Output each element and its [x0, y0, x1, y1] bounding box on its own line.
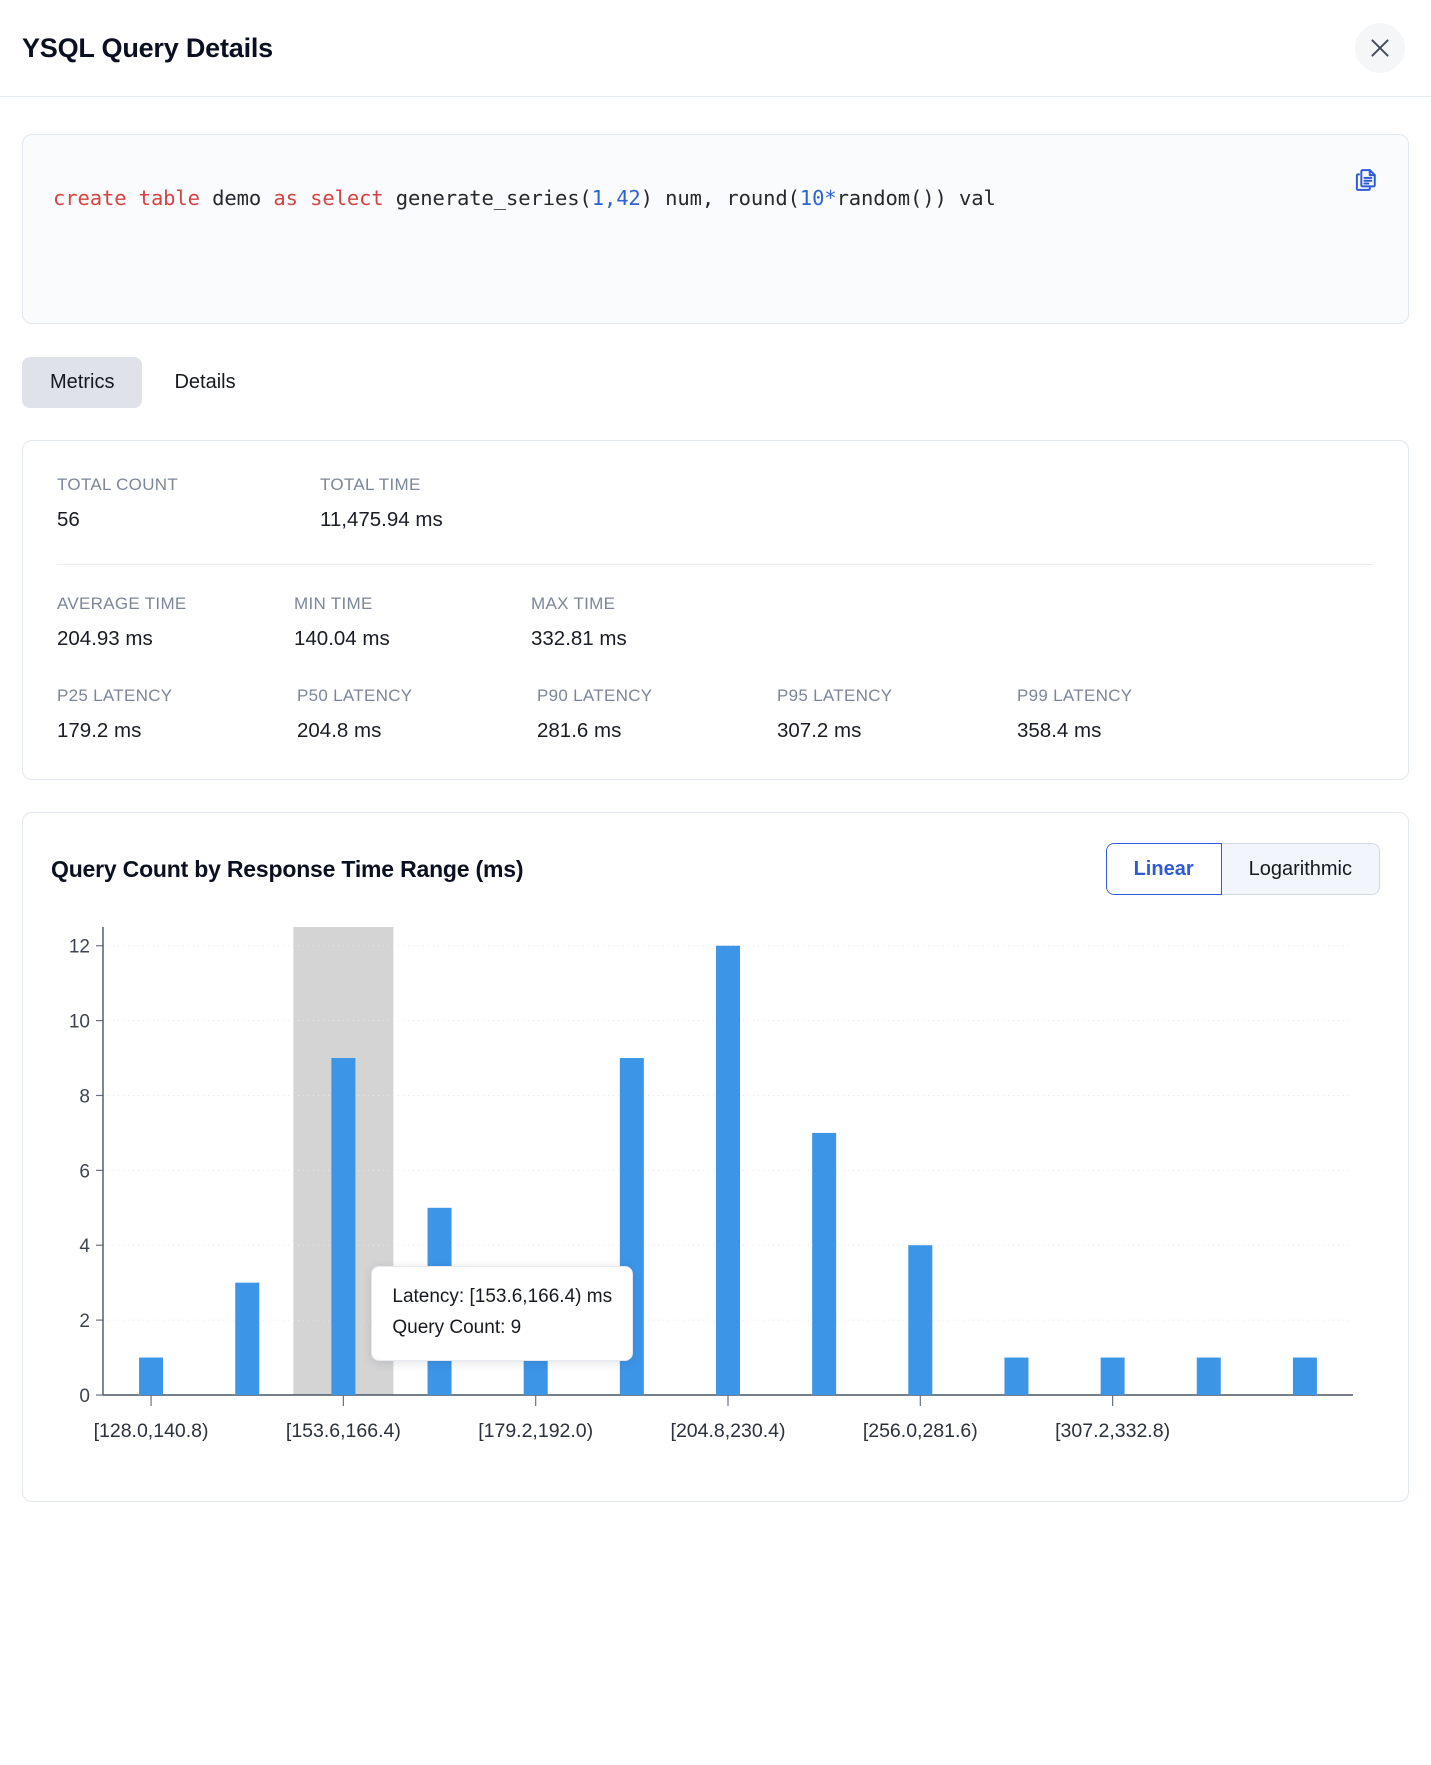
metric-p25-latency: P25 LATENCY 179.2 ms — [57, 686, 297, 743]
tab-bar: Metrics Details — [22, 357, 1409, 408]
metric-label: TOTAL COUNT — [57, 475, 320, 495]
x-tick-label: [307.2,332.8) — [1055, 1420, 1170, 1442]
copy-icon — [1352, 182, 1380, 197]
metric-value: 332.81 ms — [531, 627, 768, 651]
sql-token: generate_series( — [384, 186, 592, 210]
histogram-plot: 0 2 4 6 8 10 12 [128.0,140.8) [153.6,166.4) [179.… — [51, 913, 1380, 1473]
sql-token: as — [273, 186, 297, 210]
histogram-bar[interactable] — [1197, 1358, 1221, 1395]
sql-token: create — [53, 186, 126, 210]
metric-value: 358.4 ms — [1017, 719, 1257, 743]
histogram-bar[interactable] — [812, 1133, 836, 1395]
metric-label: P25 LATENCY — [57, 686, 297, 706]
close-button[interactable] — [1355, 23, 1405, 73]
sql-token: select — [310, 186, 383, 210]
metric-value: 11,475.94 ms — [320, 508, 583, 532]
sql-token: ) num, round( — [641, 186, 800, 210]
histogram-svg[interactable]: 0 2 4 6 8 10 12 [128.0,140.8) [153.6,166.4) [179.… — [51, 913, 1371, 1473]
metrics-row-totals: TOTAL COUNT 56 TOTAL TIME 11,475.94 ms — [57, 475, 1374, 532]
x-tick-label: [179.2,192.0) — [478, 1420, 593, 1442]
copy-query-button[interactable] — [1348, 162, 1384, 198]
sql-query-text: create table demo as select generate_ser… — [53, 163, 1378, 233]
metric-label: TOTAL TIME — [320, 475, 583, 495]
metric-label: P99 LATENCY — [1017, 686, 1257, 706]
sql-token: 10 — [800, 186, 824, 210]
histogram-bar[interactable] — [620, 1058, 644, 1395]
metric-label: P50 LATENCY — [297, 686, 537, 706]
sql-token: 42 — [616, 186, 640, 210]
metric-label: AVERAGE TIME — [57, 594, 294, 614]
y-tick-label: 12 — [69, 937, 90, 958]
metric-p50-latency: P50 LATENCY 204.8 ms — [297, 686, 537, 743]
metric-value: 281.6 ms — [537, 719, 777, 743]
metric-value: 204.93 ms — [57, 627, 294, 651]
histogram-bar[interactable] — [716, 946, 740, 1395]
metric-total-count: TOTAL COUNT 56 — [57, 475, 320, 532]
metric-value: 56 — [57, 508, 320, 532]
metric-p95-latency: P95 LATENCY 307.2 ms — [777, 686, 1017, 743]
x-tick-label: [256.0,281.6) — [863, 1420, 978, 1442]
scale-toggle-group: Linear Logarithmic — [1106, 843, 1380, 895]
sql-token: random()) val — [837, 186, 996, 210]
histogram-bar[interactable] — [428, 1208, 452, 1395]
histogram-bar[interactable] — [1004, 1358, 1028, 1395]
sql-token: , — [604, 186, 616, 210]
metric-label: MIN TIME — [294, 594, 531, 614]
sql-token — [298, 186, 310, 210]
sql-query-card: create table demo as select generate_ser… — [22, 134, 1409, 324]
histogram-bar[interactable] — [524, 1358, 548, 1395]
metric-value: 179.2 ms — [57, 719, 297, 743]
metric-label: P90 LATENCY — [537, 686, 777, 706]
chart-card: Query Count by Response Time Range (ms) … — [22, 812, 1409, 1502]
x-tick-label: [128.0,140.8) — [94, 1420, 209, 1442]
histogram-bar[interactable] — [908, 1245, 932, 1395]
sql-token: demo — [200, 186, 273, 210]
metrics-divider — [57, 564, 1374, 565]
sql-token — [126, 186, 138, 210]
scale-logarithmic-button[interactable]: Logarithmic — [1222, 843, 1380, 895]
x-tick-label: [153.6,166.4) — [286, 1420, 401, 1442]
histogram-bar[interactable] — [139, 1358, 163, 1395]
metrics-row-latency: P25 LATENCY 179.2 ms P50 LATENCY 204.8 m… — [57, 686, 1374, 743]
chart-header: Query Count by Response Time Range (ms) … — [51, 843, 1380, 895]
sql-token: table — [139, 186, 200, 210]
scale-linear-button[interactable]: Linear — [1106, 843, 1222, 895]
metric-label: P95 LATENCY — [777, 686, 1017, 706]
metric-value: 140.04 ms — [294, 627, 531, 651]
histogram-bar[interactable] — [331, 1058, 355, 1395]
metric-max-time: MAX TIME 332.81 ms — [531, 594, 768, 651]
histogram-bar[interactable] — [1101, 1358, 1125, 1395]
metric-label: MAX TIME — [531, 594, 768, 614]
histogram-bar[interactable] — [235, 1283, 259, 1395]
chart-title: Query Count by Response Time Range (ms) — [51, 856, 523, 883]
metric-average-time: AVERAGE TIME 204.93 ms — [57, 594, 294, 651]
ysql-query-details-modal: YSQL Query Details create table demo as … — [0, 0, 1431, 1765]
metrics-card: TOTAL COUNT 56 TOTAL TIME 11,475.94 ms A… — [22, 440, 1409, 780]
metrics-row-times: AVERAGE TIME 204.93 ms MIN TIME 140.04 m… — [57, 594, 1374, 651]
close-icon — [1367, 35, 1393, 61]
x-tick-label: [204.8,230.4) — [671, 1420, 786, 1442]
tab-details[interactable]: Details — [146, 357, 263, 408]
y-tick-label: 10 — [69, 1012, 90, 1033]
metric-p90-latency: P90 LATENCY 281.6 ms — [537, 686, 777, 743]
y-tick-label: 4 — [79, 1236, 90, 1257]
tab-metrics[interactable]: Metrics — [22, 357, 142, 408]
y-tick-label: 0 — [79, 1386, 90, 1407]
metric-total-time: TOTAL TIME 11,475.94 ms — [320, 475, 583, 532]
y-tick-label: 2 — [79, 1311, 90, 1332]
metric-value: 204.8 ms — [297, 719, 537, 743]
modal-header: YSQL Query Details — [0, 0, 1431, 97]
metric-value: 307.2 ms — [777, 719, 1017, 743]
y-tick-label: 6 — [79, 1161, 90, 1182]
histogram-bar[interactable] — [1293, 1358, 1317, 1395]
sql-token: 1 — [592, 186, 604, 210]
metric-p99-latency: P99 LATENCY 358.4 ms — [1017, 686, 1257, 743]
metric-min-time: MIN TIME 140.04 ms — [294, 594, 531, 651]
page-title: YSQL Query Details — [22, 33, 273, 64]
sql-token: * — [824, 186, 836, 210]
y-tick-label: 8 — [79, 1086, 90, 1107]
